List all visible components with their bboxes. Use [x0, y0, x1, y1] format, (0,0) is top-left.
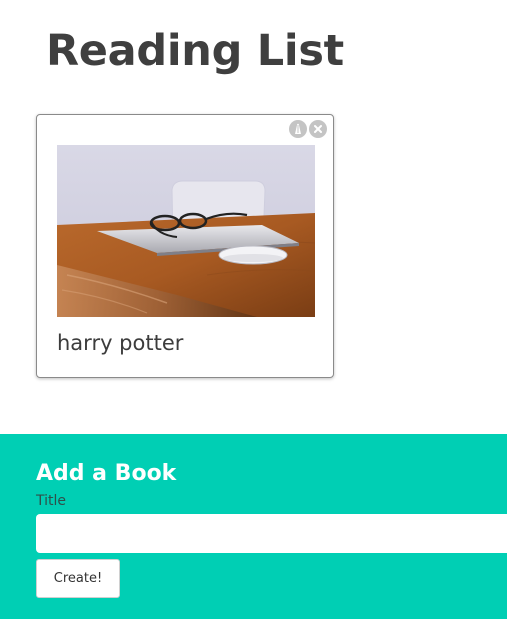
delete-icon[interactable]	[309, 120, 327, 138]
add-book-heading: Add a Book	[36, 461, 177, 486]
page: Reading List harry potter Add a Book Tit…	[0, 0, 507, 619]
book-cover-image	[57, 145, 315, 317]
create-button[interactable]: Create!	[36, 559, 120, 598]
title-input[interactable]	[36, 514, 507, 553]
page-title: Reading List	[46, 26, 344, 76]
edit-icon[interactable]	[289, 120, 307, 138]
book-title: harry potter	[57, 331, 184, 355]
title-label: Title	[36, 493, 67, 509]
add-book-form: Add a Book Title Create!	[0, 434, 507, 619]
book-card: harry potter	[36, 114, 334, 378]
card-actions	[289, 120, 327, 138]
